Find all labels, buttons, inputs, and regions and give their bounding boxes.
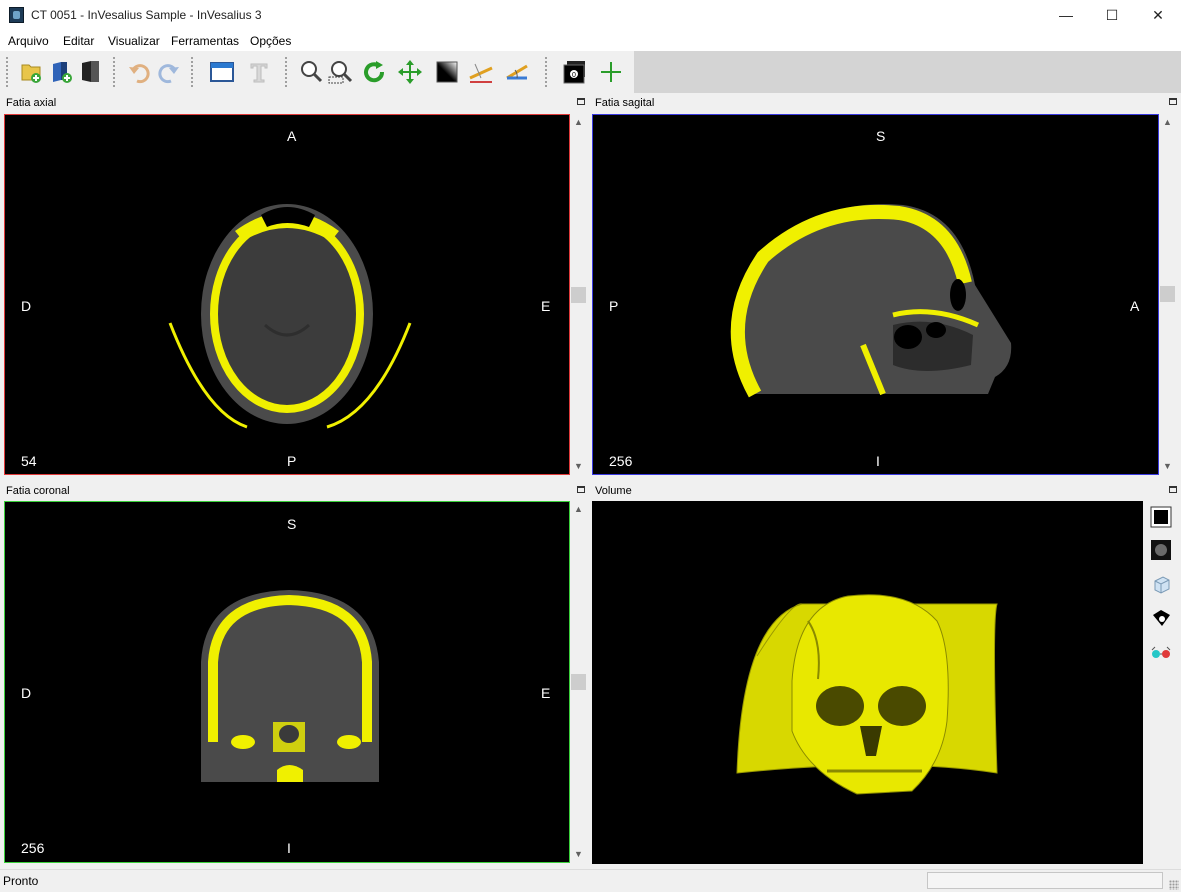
resize-grip-icon[interactable]: [1169, 880, 1179, 890]
volume-view[interactable]: [592, 501, 1143, 864]
app-icon: [9, 7, 24, 23]
zoom-icon[interactable]: [297, 58, 325, 86]
coronal-slice-scrollbar[interactable]: ▲ ▼: [570, 501, 587, 863]
maximize-panel-icon[interactable]: [1169, 486, 1177, 493]
slice-number: 256: [609, 453, 633, 469]
status-text: Pronto: [3, 874, 39, 888]
toolbar-grip[interactable]: [5, 56, 9, 88]
open-project-icon[interactable]: [47, 58, 75, 86]
axial-view[interactable]: A P D E 54: [4, 114, 570, 475]
volume-panel-header: Volume: [589, 482, 1181, 498]
scroll-up-arrow[interactable]: ▲: [570, 501, 587, 518]
pan-icon[interactable]: [396, 58, 424, 86]
volume-3d-render: [736, 594, 998, 795]
svg-text:0: 0: [572, 72, 576, 79]
scroll-up-arrow[interactable]: ▲: [1159, 114, 1176, 131]
text-icon[interactable]: [245, 58, 273, 86]
undo-icon[interactable]: [125, 58, 153, 86]
orientation-top: S: [876, 128, 886, 144]
measure-linear-icon[interactable]: [467, 58, 495, 86]
maximize-button[interactable]: ☐: [1089, 0, 1135, 31]
coronal-panel-title: Fatia coronal: [6, 485, 70, 497]
contrast-icon[interactable]: [433, 58, 461, 86]
toolbar-grip[interactable]: [544, 56, 548, 88]
stereo-3d-icon[interactable]: [1150, 641, 1172, 663]
toolbar-grip[interactable]: [112, 56, 116, 88]
orientation-left: D: [21, 298, 32, 314]
scroll-down-arrow[interactable]: ▼: [570, 846, 587, 863]
close-button[interactable]: ✕: [1135, 0, 1181, 31]
axial-slice-scrollbar[interactable]: ▲ ▼: [570, 114, 587, 475]
minimize-button[interactable]: —: [1043, 0, 1089, 31]
import-icon[interactable]: [17, 58, 45, 86]
scroll-down-arrow[interactable]: ▼: [1159, 458, 1176, 475]
scroll-down-arrow[interactable]: ▼: [570, 458, 587, 475]
sagittal-view[interactable]: S I P A 256: [592, 114, 1159, 475]
volume-side-toolbar: [1145, 500, 1179, 864]
scroll-thumb[interactable]: [571, 287, 586, 303]
orientation-top: A: [287, 128, 297, 144]
coronal-view[interactable]: S I D E 256: [4, 501, 570, 863]
zoom-selection-icon[interactable]: [327, 58, 355, 86]
maximize-panel-icon[interactable]: [577, 98, 585, 105]
orientation-left: P: [609, 298, 619, 314]
menu-editar[interactable]: Editar: [63, 34, 94, 48]
scroll-thumb[interactable]: [571, 674, 586, 690]
menu-visualizar[interactable]: Visualizar: [108, 34, 160, 48]
orientation-top: S: [287, 516, 297, 532]
menu-ferramentas[interactable]: Ferramentas: [171, 34, 239, 48]
save-project-icon[interactable]: [77, 58, 105, 86]
window-layout-icon[interactable]: [208, 58, 236, 86]
sagittal-slice-image: [730, 204, 1012, 398]
sagittal-panel-title: Fatia sagital: [595, 97, 655, 109]
toolbar-empty-area: [634, 51, 1181, 93]
orientation-right: A: [1130, 298, 1140, 314]
slice-screenshot-icon[interactable]: 0: [561, 58, 589, 86]
orientation-left: D: [21, 685, 32, 701]
volume-preset-icon[interactable]: [1150, 539, 1172, 561]
orientation-right: E: [541, 685, 551, 701]
slice-number: 256: [21, 840, 45, 856]
view-orientation-icon[interactable]: [1150, 573, 1172, 595]
menu-arquivo[interactable]: Arquivo: [8, 34, 49, 48]
background-color-icon[interactable]: [1150, 506, 1172, 528]
title-bar: CT 0051 - InVesalius Sample - InVesalius…: [0, 0, 1181, 31]
toolbar-grip[interactable]: [284, 56, 288, 88]
orientation-bottom: I: [876, 453, 880, 469]
scroll-thumb[interactable]: [1160, 286, 1175, 302]
menu-opcoes[interactable]: Opções: [250, 34, 291, 48]
axial-slice-image: [168, 204, 412, 429]
axial-panel-title: Fatia axial: [6, 97, 57, 109]
status-progress-field: [927, 872, 1163, 889]
slice-number: 54: [21, 453, 37, 469]
orientation-right: E: [541, 298, 551, 314]
window-title: CT 0051 - InVesalius Sample - InVesalius…: [31, 8, 262, 22]
menu-bar: Arquivo Editar Visualizar Ferramentas Op…: [0, 31, 1181, 51]
measure-angle-icon[interactable]: [503, 58, 531, 86]
orientation-bottom: I: [287, 840, 291, 856]
axial-panel-header: Fatia axial: [0, 94, 589, 110]
orientation-bottom: P: [287, 453, 297, 469]
cross-cursor-icon[interactable]: [597, 58, 625, 86]
volume-panel-title: Volume: [595, 485, 632, 497]
redo-icon[interactable]: [155, 58, 183, 86]
snapshot-icon[interactable]: [1150, 607, 1172, 629]
status-bar: Pronto: [0, 869, 1181, 892]
rotate-icon[interactable]: [360, 58, 388, 86]
sagittal-panel-header: Fatia sagital: [589, 94, 1181, 110]
sagittal-slice-scrollbar[interactable]: ▲ ▼: [1159, 114, 1176, 475]
maximize-panel-icon[interactable]: [577, 486, 585, 493]
scroll-up-arrow[interactable]: ▲: [570, 114, 587, 131]
coronal-panel-header: Fatia coronal: [0, 482, 589, 498]
coronal-slice-image: [201, 590, 379, 782]
toolbar-grip[interactable]: [190, 56, 194, 88]
maximize-panel-icon[interactable]: [1169, 98, 1177, 105]
